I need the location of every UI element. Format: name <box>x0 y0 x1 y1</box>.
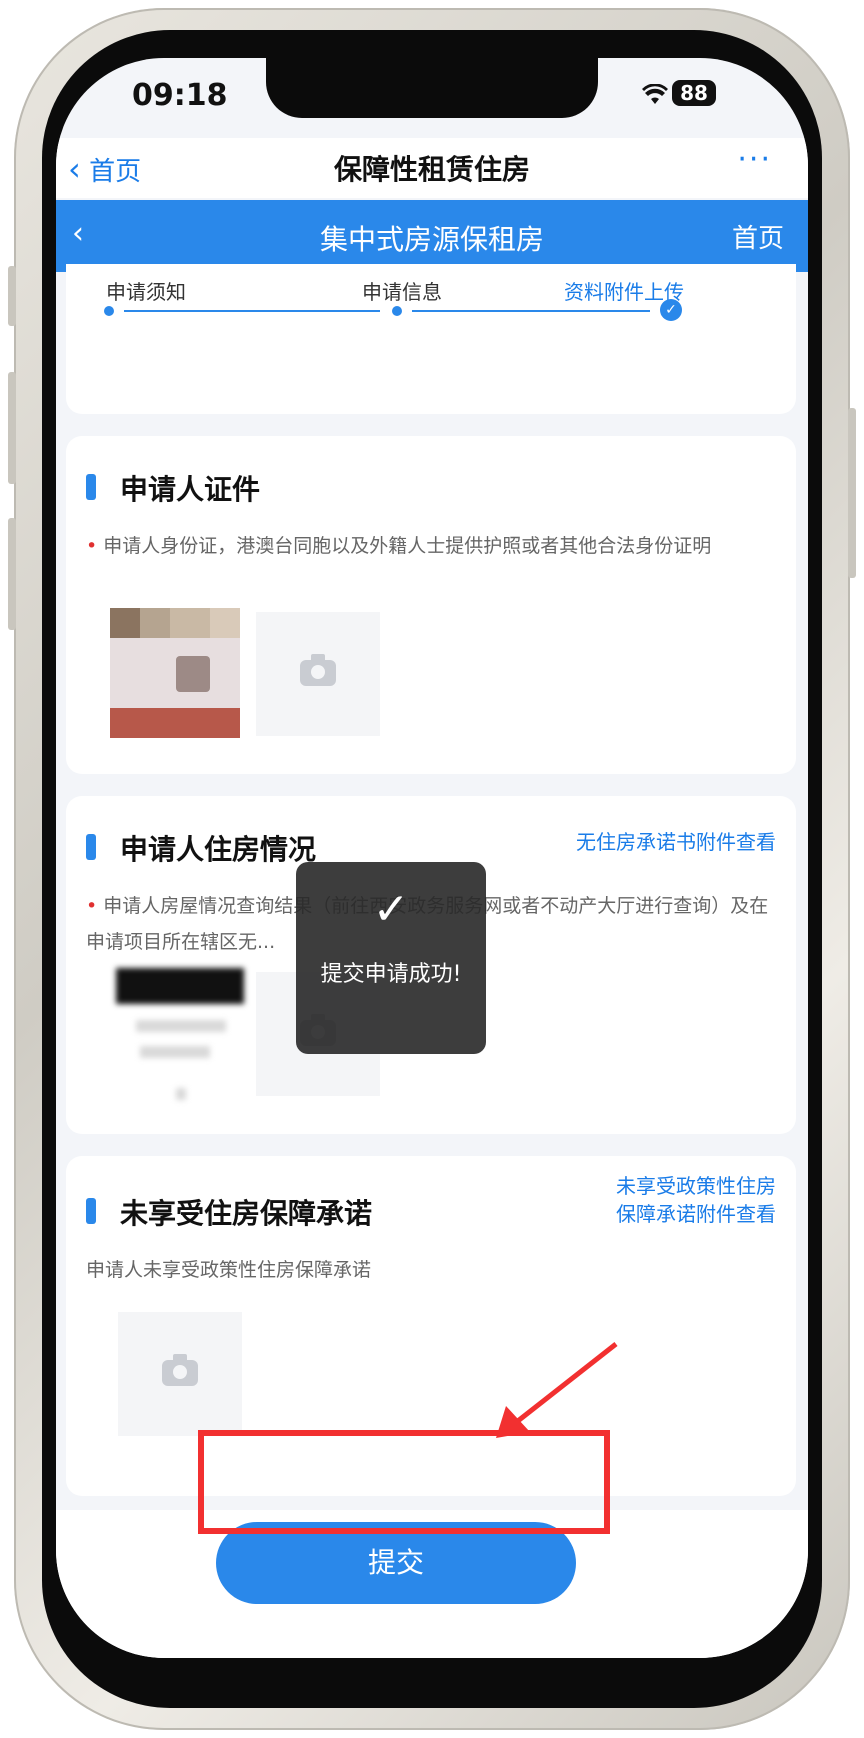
top-nav: ‹ 首页 保障性租赁住房 ··· <box>56 138 808 198</box>
upload-slot[interactable] <box>256 612 380 736</box>
link-line: 未享受政策性住房 <box>616 1174 776 1198</box>
photo-face <box>176 656 210 692</box>
uploaded-housing-document[interactable] <box>116 968 246 1118</box>
status-time: 09:18 <box>132 78 228 113</box>
battery-indicator: 88 <box>672 80 716 106</box>
screen: 09:18 88 ‹ 首页 保障性租赁住房 ··· ‹ 集中式房源保租房 首页 … <box>56 58 808 1658</box>
sub-nav-title: 集中式房源保租房 <box>319 223 544 256</box>
wifi-icon <box>642 84 668 104</box>
required-dot: • <box>86 895 98 917</box>
submit-button[interactable]: 提交 <box>216 1522 576 1604</box>
check-icon: ✓ <box>372 884 410 935</box>
camera-icon <box>300 654 336 686</box>
step-dot <box>104 306 114 316</box>
camera-icon <box>162 1354 198 1386</box>
arrow-icon <box>496 1342 618 1438</box>
section-marker <box>86 834 96 860</box>
section-description: • 申请人身份证，港澳台同胞以及外籍人士提供护照或者其他合法身份证明 <box>86 535 712 557</box>
more-options-icon[interactable]: ··· <box>737 142 772 177</box>
step-line <box>124 310 380 312</box>
check-circle-icon: ✓ <box>660 299 682 321</box>
success-toast: ✓ 提交申请成功! <box>296 862 486 1054</box>
section-marker <box>86 1198 96 1224</box>
upload-slot[interactable] <box>118 1312 242 1436</box>
power-button <box>848 408 856 578</box>
section-title: 未享受住房保障承诺 <box>120 1197 373 1230</box>
sub-nav: ‹ 集中式房源保租房 首页 <box>56 200 808 272</box>
link-line: 保障承诺附件查看 <box>616 1202 776 1226</box>
step-label-notice: 申请须知 <box>106 280 186 304</box>
uploaded-id-photo[interactable] <box>110 608 240 738</box>
required-dot: • <box>86 535 98 557</box>
no-housing-commitment-link[interactable]: 无住房承诺书附件查看 <box>576 828 776 856</box>
section-description: 申请人未享受政策性住房保障承诺 <box>86 1259 372 1281</box>
highlight-box <box>198 1430 610 1534</box>
blurred-line <box>136 1020 226 1032</box>
section-title: 申请人证件 <box>120 473 261 506</box>
step-dot <box>392 306 402 316</box>
notch <box>266 58 598 118</box>
mute-switch <box>8 266 16 326</box>
volume-up-button <box>8 372 16 484</box>
toast-message: 提交申请成功! <box>320 962 462 987</box>
progress-steps: 申请须知 申请信息 资料附件上传 ✓ <box>66 264 796 414</box>
blurred-line <box>176 1088 186 1100</box>
home-link[interactable]: 首页 <box>732 218 784 255</box>
step-label-info: 申请信息 <box>362 280 442 304</box>
section-applicant-id: 申请人证件 • 申请人身份证，港澳台同胞以及外籍人士提供护照或者其他合法身份证明 <box>66 436 796 774</box>
page-title: 保障性租赁住房 <box>333 153 530 186</box>
section-marker <box>86 474 96 500</box>
redacted-block <box>116 968 244 1004</box>
section-title: 申请人住房情况 <box>120 833 317 866</box>
step-line <box>412 310 650 312</box>
volume-down-button <box>8 518 16 630</box>
commitment-attachment-link[interactable]: 未享受政策性住房 保障承诺附件查看 <box>616 1172 776 1228</box>
blurred-line <box>140 1046 210 1058</box>
